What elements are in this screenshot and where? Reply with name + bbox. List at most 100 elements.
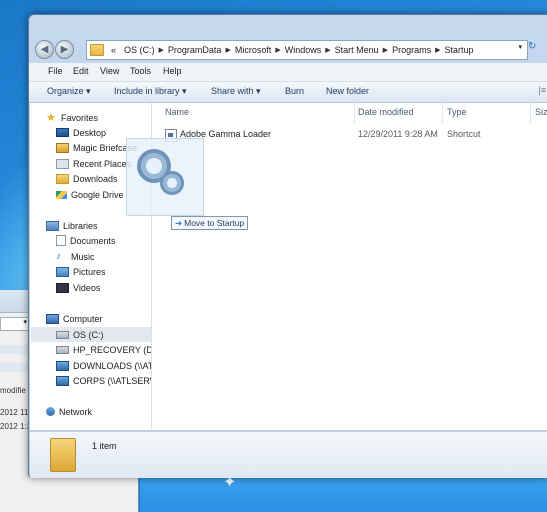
nav-label: Downloads: [73, 173, 118, 184]
navigation-bar: ◀ ▶ « OS (C:) ▶ ProgramData ▶ Microsoft …: [29, 37, 547, 61]
column-header-name[interactable]: Name: [165, 107, 189, 117]
address-overflow[interactable]: «: [107, 45, 120, 55]
nav-computer[interactable]: Computer: [46, 311, 151, 326]
chevron-down-icon: ▾: [23, 319, 27, 326]
folder-icon: [90, 44, 104, 56]
background-window-dropdown[interactable]: ▾: [0, 317, 30, 331]
menu-view[interactable]: View: [100, 66, 119, 76]
nav-favorites[interactable]: ★ Favorites: [46, 110, 151, 125]
menu-file[interactable]: File: [48, 66, 63, 76]
drive-icon: [56, 345, 69, 354]
drive-icon: [56, 330, 69, 339]
nav-downloads-share[interactable]: DOWNLOADS (\\ATL: [56, 358, 152, 373]
organize-button[interactable]: Organize ▾: [47, 86, 91, 97]
briefcase-icon: [56, 142, 69, 153]
downloads-folder-icon: [56, 173, 69, 184]
breadcrumb-programdata[interactable]: ProgramData: [164, 45, 226, 55]
drag-tooltip: ➜ Move to Startup: [171, 216, 249, 230]
nav-label: Libraries: [63, 220, 98, 231]
nav-label: Desktop: [73, 127, 107, 138]
recent-places-icon: [56, 158, 69, 169]
folder-icon: [50, 438, 76, 472]
nav-label: Documents: [70, 235, 116, 246]
drag-tooltip-label: Move to Startup: [184, 218, 245, 228]
address-bar[interactable]: « OS (C:) ▶ ProgramData ▶ Microsoft ▶ Wi…: [86, 40, 528, 60]
item-count: 1 item: [92, 441, 117, 451]
file-date: 12/29/2011 9:28 AM: [358, 129, 438, 139]
network-icon: [46, 407, 55, 416]
background-window-row[interactable]: 2012 1:3: [0, 422, 31, 431]
background-window-row-highlight: [0, 363, 30, 372]
view-options-icon[interactable]: |≡: [538, 85, 546, 95]
nav-os-drive[interactable]: OS (C:): [31, 327, 151, 342]
background-window-row[interactable]: 2012 11:: [0, 408, 31, 417]
nav-network[interactable]: Network: [46, 404, 151, 419]
nav-label: Videos: [73, 282, 101, 293]
network-drive-icon: [56, 375, 69, 386]
file-row[interactable]: Adobe Gamma Loader 12/29/2011 9:28 AM Sh…: [165, 128, 545, 142]
new-folder-button[interactable]: New folder: [326, 86, 369, 96]
move-arrow-icon: ➜: [175, 218, 183, 228]
documents-icon: [56, 235, 66, 246]
breadcrumb-startup[interactable]: Startup: [440, 45, 477, 55]
menu-tools[interactable]: Tools: [130, 66, 151, 76]
libraries-icon: [46, 220, 59, 231]
nav-label: DOWNLOADS (\\ATL: [73, 360, 152, 371]
gear-icon: [160, 171, 184, 195]
menu-help[interactable]: Help: [163, 66, 182, 76]
menu-edit[interactable]: Edit: [73, 66, 89, 76]
back-button[interactable]: ◀: [35, 40, 54, 59]
breadcrumb-start-menu[interactable]: Start Menu: [331, 45, 383, 55]
nav-label: Recent Places: [73, 158, 132, 169]
column-header-type[interactable]: Type: [447, 107, 467, 117]
nav-label: Computer: [63, 313, 103, 324]
background-window-column-label: modifie: [0, 386, 26, 395]
nav-videos[interactable]: Videos: [56, 280, 151, 295]
network-drive-icon: [56, 360, 69, 371]
forward-button[interactable]: ▶: [55, 40, 74, 59]
share-with-button[interactable]: Share with ▾: [211, 86, 261, 97]
videos-icon: [56, 282, 69, 293]
nav-documents[interactable]: Documents: [56, 233, 151, 248]
nav-label: Google Drive: [71, 189, 124, 200]
nav-label: CORPS (\\ATLSERVE: [73, 375, 151, 386]
background-window-row-highlight: [0, 345, 30, 354]
nav-hp-recovery[interactable]: HP_RECOVERY (D:): [56, 342, 152, 357]
file-list-pane[interactable]: Name Date modified Type Size Adobe Gamma…: [152, 103, 547, 430]
google-drive-icon: [56, 190, 67, 199]
command-bar: Organize ▾ Include in library ▾ Share wi…: [29, 82, 547, 103]
address-dropdown-icon[interactable]: ▾: [518, 43, 522, 51]
nav-label: OS (C:): [73, 329, 104, 340]
computer-icon: [46, 313, 59, 324]
pictures-icon: [56, 266, 69, 277]
column-header-size[interactable]: Size: [535, 107, 547, 117]
refresh-icon[interactable]: ↻: [528, 41, 547, 57]
music-icon: ♪: [56, 250, 61, 262]
column-divider[interactable]: [530, 103, 531, 123]
menu-bar: File Edit View Tools Help: [29, 63, 547, 82]
nav-pictures[interactable]: Pictures: [56, 264, 151, 279]
breadcrumb-os[interactable]: OS (C:): [120, 45, 159, 55]
column-divider[interactable]: [442, 103, 443, 123]
star-icon: ★: [46, 111, 56, 124]
breadcrumb-microsoft[interactable]: Microsoft: [231, 45, 276, 55]
column-header-date[interactable]: Date modified: [358, 107, 414, 117]
drag-ghost: [126, 138, 204, 216]
nav-label: HP_RECOVERY (D:): [73, 344, 152, 355]
file-type: Shortcut: [447, 129, 481, 139]
breadcrumb-windows[interactable]: Windows: [281, 45, 326, 55]
nav-label: Favorites: [61, 112, 99, 123]
include-in-library-button[interactable]: Include in library ▾: [114, 86, 187, 97]
nav-label: Network: [59, 406, 93, 417]
nav-label: Music: [71, 251, 95, 262]
nav-libraries[interactable]: Libraries: [46, 218, 151, 233]
details-pane: 1 item: [30, 431, 547, 478]
breadcrumb-programs[interactable]: Programs: [388, 45, 435, 55]
nav-label: Pictures: [73, 266, 106, 277]
nav-music[interactable]: ♪ Music: [56, 249, 151, 264]
column-divider[interactable]: [354, 103, 355, 123]
burn-button[interactable]: Burn: [285, 86, 304, 96]
explorer-window[interactable]: ◀ ▶ « OS (C:) ▶ ProgramData ▶ Microsoft …: [28, 14, 547, 478]
desktop-icon: [56, 128, 69, 137]
nav-corps-share[interactable]: CORPS (\\ATLSERVE: [56, 373, 151, 388]
